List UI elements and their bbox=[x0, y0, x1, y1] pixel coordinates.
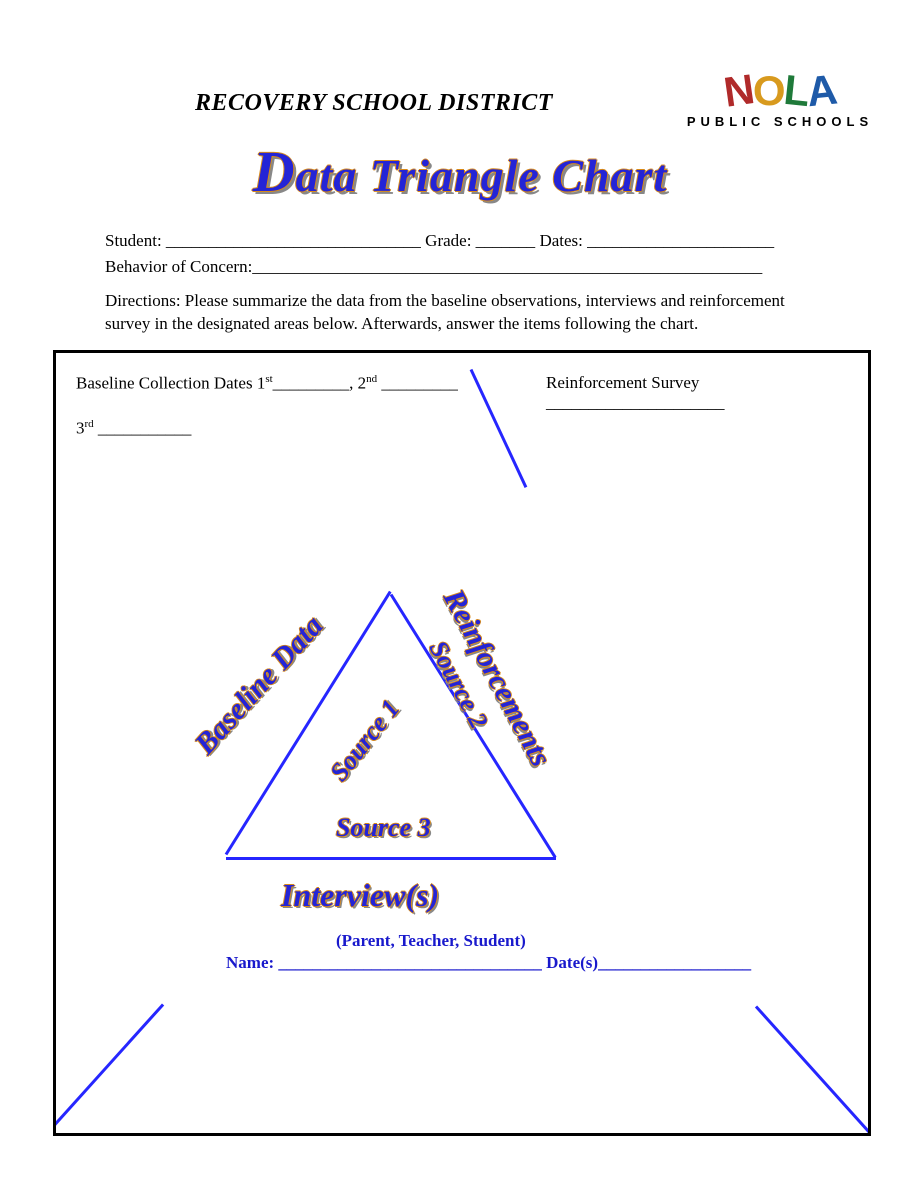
triangle-chart-box: Baseline Collection Dates 1st_________, … bbox=[53, 350, 871, 1136]
divider-line-top bbox=[470, 369, 528, 488]
divider-line-bottom-left bbox=[53, 1003, 164, 1135]
interviews-label: Interview(s) bbox=[281, 877, 439, 914]
interview-subtext: (Parent, Teacher, Student) bbox=[336, 931, 526, 951]
dates-field[interactable]: Dates: ______________________ bbox=[535, 231, 774, 250]
nola-logo: NOLA PUBLIC SCHOOLS bbox=[685, 70, 875, 129]
grade-field[interactable]: Grade: _______ bbox=[421, 231, 535, 250]
form-fields: Student: ______________________________ … bbox=[105, 228, 835, 279]
district-title: RECOVERY SCHOOL DISTRICT bbox=[195, 90, 553, 117]
third-date-field[interactable]: 3rd ___________ bbox=[76, 418, 191, 439]
triangle-side-bottom bbox=[226, 857, 556, 860]
interview-name-field[interactable]: Name: _______________________________ Da… bbox=[226, 953, 751, 973]
header: RECOVERY SCHOOL DISTRICT NOLA PUBLIC SCH… bbox=[0, 38, 920, 118]
directions-text: Directions: Please summarize the data fr… bbox=[105, 290, 825, 336]
baseline-dates-field[interactable]: Baseline Collection Dates 1st_________, … bbox=[76, 373, 458, 394]
source-1-label: Source 1 bbox=[324, 694, 406, 787]
divider-line-bottom-right bbox=[755, 1005, 871, 1136]
logo-icon: NOLA bbox=[685, 70, 875, 112]
reinforcement-survey-field[interactable]: Reinforcement Survey ___________________… bbox=[546, 373, 854, 413]
behavior-field[interactable]: Behavior of Concern:____________________… bbox=[105, 257, 762, 276]
baseline-data-label: Baseline Data bbox=[188, 609, 330, 761]
logo-subtitle: PUBLIC SCHOOLS bbox=[685, 114, 875, 129]
page-title: Data Triangle Chart bbox=[0, 138, 920, 205]
student-field[interactable]: Student: ______________________________ bbox=[105, 231, 421, 250]
source-3-label: Source 3 bbox=[336, 813, 431, 843]
